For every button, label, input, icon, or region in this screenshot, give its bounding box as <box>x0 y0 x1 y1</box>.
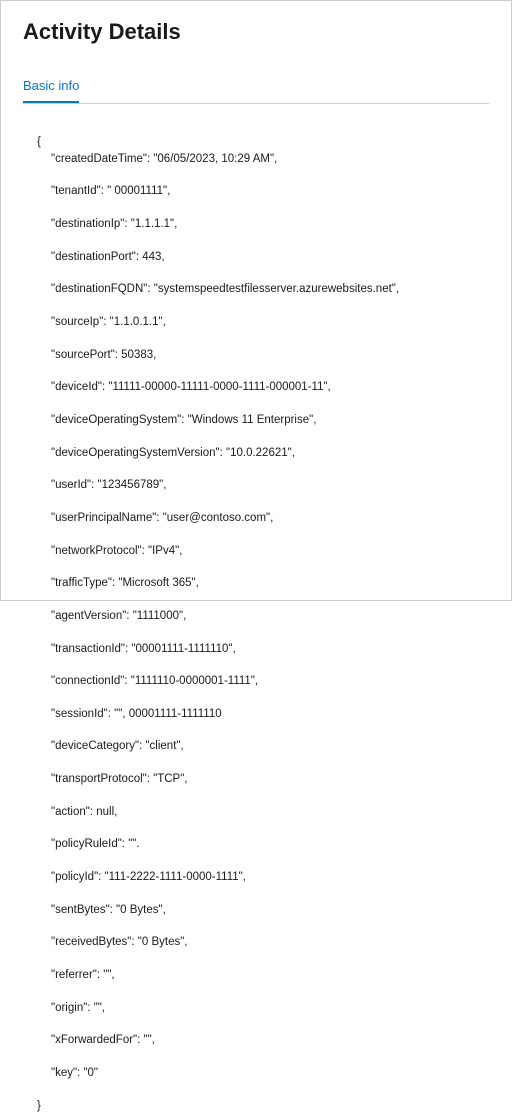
field-transportProtocol: "transportProtocol": "TCP", <box>23 771 489 787</box>
field-destinationPort: "destinationPort": 443, <box>23 249 489 265</box>
field-xForwardedFor: "xForwardedFor": "", <box>23 1032 489 1048</box>
field-sourcePort: "sourcePort": 50383, <box>23 347 489 363</box>
field-deviceCategory: "deviceCategory": "client", <box>23 738 489 754</box>
field-userPrincipalName: "userPrincipalName": "user@contoso.com", <box>23 510 489 526</box>
json-close-brace: } <box>23 1100 41 1112</box>
field-destinationIp: "destinationIp": "1.1.1.1", <box>23 216 489 232</box>
field-createdDateTime: "createdDateTime": "06/05/2023, 10:29 AM… <box>23 151 489 167</box>
field-key: "key": "0" <box>23 1065 489 1081</box>
page-title: Activity Details <box>23 19 489 45</box>
field-trafficType: "trafficType": "Microsoft 365", <box>23 575 489 591</box>
json-details: { "createdDateTime": "06/05/2023, 10:29 … <box>23 118 489 1114</box>
field-action: "action": null, <box>23 804 489 820</box>
field-referrer: "referrer": "", <box>23 967 489 983</box>
field-destinationFQDN: "destinationFQDN": "systemspeedtestfiles… <box>23 281 489 297</box>
json-open-brace: { <box>23 136 41 148</box>
field-deviceId: "deviceId": "11111-00000-11111-0000-1111… <box>23 379 489 395</box>
field-sentBytes: "sentBytes": "0 Bytes", <box>23 902 489 918</box>
field-networkProtocol: "networkProtocol": "IPv4", <box>23 543 489 559</box>
field-sessionId: "sessionId": "", 00001111-1111110 <box>23 706 489 722</box>
field-deviceOperatingSystemVersion: "deviceOperatingSystemVersion": "10.0.22… <box>23 445 489 461</box>
field-policyRuleId: "policyRuleId": "". <box>23 836 489 852</box>
field-connectionId: "connectionId": "1111110-0000001-1111", <box>23 673 489 689</box>
field-deviceOperatingSystem: "deviceOperatingSystem": "Windows 11 Ent… <box>23 412 489 428</box>
field-agentVersion: "agentVersion": "1111000", <box>23 608 489 624</box>
field-receivedBytes: "receivedBytes": "0 Bytes", <box>23 934 489 950</box>
field-origin: "origin": "", <box>23 1000 489 1016</box>
tabs-container: Basic info <box>23 77 489 104</box>
field-sourceIp: "sourceIp": "1.1.0.1.1", <box>23 314 489 330</box>
field-transactionId: "transactionId": "00001111-1111110", <box>23 641 489 657</box>
field-tenantId: "tenantId": " 00001111", <box>23 183 489 199</box>
field-userId: "userId": "123456789", <box>23 477 489 493</box>
tab-basic-info[interactable]: Basic info <box>23 78 79 103</box>
field-policyId: "policyId": "111-2222-1111-0000-1111", <box>23 869 489 885</box>
